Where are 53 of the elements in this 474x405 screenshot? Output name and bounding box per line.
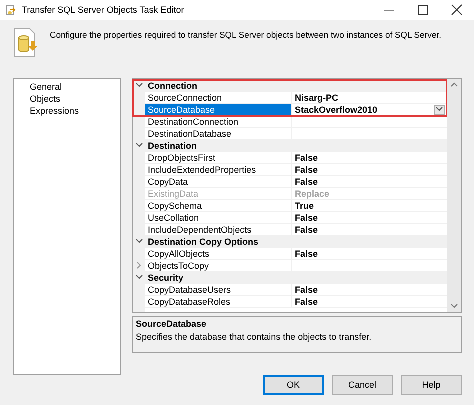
- description-title: SourceDatabase: [136, 319, 207, 329]
- collapse-icon[interactable]: [136, 143, 142, 148]
- property-value[interactable]: False: [295, 176, 318, 188]
- database-transfer-icon: [14, 28, 40, 58]
- dialog-button[interactable]: Cancel: [332, 375, 393, 395]
- property-name[interactable]: ObjectsToCopy: [145, 260, 292, 271]
- category-label: Destination: [145, 140, 292, 151]
- property-name[interactable]: CopySchema: [145, 200, 292, 211]
- scroll-down-icon[interactable]: [450, 304, 458, 309]
- property-value[interactable]: True: [295, 200, 314, 212]
- category-row[interactable]: Destination Copy Options: [133, 236, 447, 248]
- property-name[interactable]: CopyDatabaseRoles: [145, 296, 292, 307]
- property-name[interactable]: DestinationConnection: [145, 116, 292, 127]
- category-row[interactable]: Security: [133, 272, 447, 284]
- category-label: Connection: [145, 80, 292, 91]
- scrollbar[interactable]: [447, 79, 461, 312]
- property-value[interactable]: Nisarg-PC: [295, 92, 339, 104]
- dialog-button[interactable]: Help: [401, 375, 462, 395]
- property-name[interactable]: IncludeExtendedProperties: [145, 164, 292, 175]
- property-value[interactable]: False: [295, 248, 318, 260]
- category-row[interactable]: Destination: [133, 140, 447, 152]
- page-list-item[interactable]: Expressions: [30, 105, 80, 117]
- collapse-icon[interactable]: [136, 275, 142, 280]
- category-label: Destination Copy Options: [145, 236, 292, 247]
- category-label: Security: [145, 272, 292, 283]
- app-icon: [6, 4, 17, 16]
- property-value[interactable]: False: [295, 164, 318, 176]
- property-name[interactable]: SourceConnection: [145, 92, 292, 103]
- property-name[interactable]: IncludeDependentObjects: [145, 224, 292, 235]
- header-description: Configure the properties required to transfer SQL Server objects between two instances of SQL Server.: [50, 30, 442, 42]
- property-value[interactable]: StackOverflow2010: [295, 104, 378, 116]
- page-list-item[interactable]: Objects: [30, 93, 61, 105]
- property-name[interactable]: DropObjectsFirst: [145, 152, 292, 163]
- property-name[interactable]: DestinationDatabase: [145, 128, 292, 139]
- property-value[interactable]: False: [295, 212, 318, 224]
- scroll-up-icon[interactable]: [450, 82, 458, 87]
- property-name[interactable]: UseCollation: [145, 212, 292, 223]
- property-value[interactable]: False: [295, 284, 318, 296]
- page-list-item[interactable]: General: [30, 81, 62, 93]
- property-name[interactable]: CopyAllObjects: [145, 248, 292, 259]
- property-value[interactable]: False: [295, 152, 318, 164]
- description-text: Specifies the database that contains the objects to transfer.: [136, 332, 372, 342]
- property-value[interactable]: False: [295, 296, 318, 308]
- dialog-button[interactable]: OK: [263, 375, 324, 395]
- category-row[interactable]: Connection: [133, 80, 447, 92]
- property-name[interactable]: CopyDatabaseUsers: [145, 284, 292, 295]
- property-name[interactable]: SourceDatabase: [145, 104, 292, 115]
- window-title: Transfer SQL Server Objects Task Editor: [22, 5, 184, 15]
- dropdown-button[interactable]: [434, 104, 445, 114]
- property-value[interactable]: False: [295, 224, 318, 236]
- property-name[interactable]: CopyData: [145, 176, 292, 187]
- collapse-icon[interactable]: [136, 239, 142, 244]
- collapse-icon[interactable]: [136, 83, 142, 88]
